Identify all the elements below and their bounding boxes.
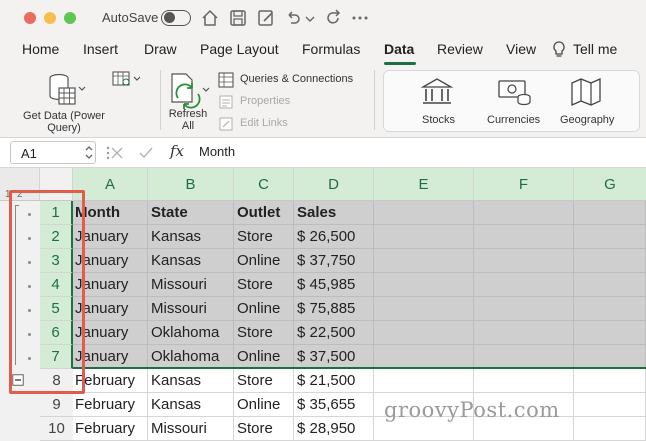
- existing-connections-icon[interactable]: [112, 70, 144, 88]
- cell-a9[interactable]: February: [73, 393, 148, 417]
- row-header-10[interactable]: 10: [40, 417, 73, 441]
- cell-c10[interactable]: Store: [234, 417, 294, 441]
- cell-e8[interactable]: [374, 369, 474, 393]
- cell-c8[interactable]: Store: [234, 369, 294, 393]
- ribbon-separator: [374, 70, 375, 130]
- cell-b10[interactable]: Missouri: [148, 417, 234, 441]
- column-header-c[interactable]: C: [234, 168, 294, 201]
- row-header-9[interactable]: 9: [40, 393, 73, 417]
- column-header-b[interactable]: B: [148, 168, 234, 201]
- refresh-all-icon[interactable]: [168, 72, 212, 110]
- cell-b9[interactable]: Kansas: [148, 393, 234, 417]
- tab-data[interactable]: Data: [384, 41, 414, 57]
- cell-g10[interactable]: [574, 417, 646, 441]
- formula-bar: A1 fx Month: [0, 138, 646, 168]
- queries-connections-icon: [218, 72, 234, 88]
- tab-page-layout[interactable]: Page Layout: [200, 41, 279, 57]
- home-icon[interactable]: [200, 8, 220, 28]
- column-header-e[interactable]: E: [374, 168, 474, 201]
- cell-g9[interactable]: [574, 393, 646, 417]
- currencies-label[interactable]: Currencies: [487, 114, 540, 126]
- close-window-button[interactable]: [24, 12, 36, 24]
- title-bar: AutoSave: [0, 0, 646, 36]
- tab-review[interactable]: Review: [437, 41, 483, 57]
- get-data-label[interactable]: Get Data (Power Query): [14, 110, 114, 134]
- tab-formulas[interactable]: Formulas: [302, 41, 360, 57]
- column-header-d[interactable]: D: [294, 168, 374, 201]
- cell-d9[interactable]: $ 35,655: [294, 393, 374, 417]
- tab-home[interactable]: Home: [22, 41, 59, 57]
- queries-connections-button[interactable]: Queries & Connections: [240, 73, 353, 85]
- insert-function-button[interactable]: fx: [170, 142, 184, 160]
- toggle-knob: [163, 12, 175, 23]
- minimize-window-button[interactable]: [44, 12, 56, 24]
- redo-icon[interactable]: [324, 8, 344, 28]
- watermark: groovyPost.com: [384, 398, 560, 422]
- tab-draw[interactable]: Draw: [144, 41, 177, 57]
- stocks-label[interactable]: Stocks: [422, 114, 455, 126]
- refresh-all-label[interactable]: Refresh All: [162, 108, 214, 132]
- geography-label[interactable]: Geography: [560, 114, 614, 126]
- properties-button[interactable]: Properties: [240, 95, 290, 107]
- cell-d10[interactable]: $ 28,950: [294, 417, 374, 441]
- ribbon-tabs: Home Insert Draw Page Layout Formulas Da…: [0, 36, 646, 66]
- get-data-icon[interactable]: [45, 72, 87, 108]
- data-types-gallery: Stocks Currencies Geography: [383, 70, 640, 132]
- cell-g8[interactable]: [574, 369, 646, 393]
- name-box-value: A1: [21, 146, 37, 161]
- selection-border: [73, 201, 646, 369]
- cell-d8[interactable]: $ 21,500: [294, 369, 374, 393]
- tab-tell-me[interactable]: Tell me: [573, 41, 617, 57]
- more-options-icon[interactable]: [350, 8, 370, 28]
- zoom-window-button[interactable]: [64, 12, 76, 24]
- autosave-label: AutoSave: [102, 10, 159, 25]
- column-header-f[interactable]: F: [474, 168, 574, 201]
- edit-links-icon: [219, 117, 233, 131]
- data-ribbon: Get Data (Power Query) Refresh All Queri…: [0, 66, 646, 138]
- undo-dropdown-icon[interactable]: [304, 8, 316, 28]
- stocks-icon[interactable]: [420, 77, 454, 107]
- save-icon[interactable]: [228, 8, 248, 28]
- currencies-icon[interactable]: [497, 77, 533, 107]
- geography-icon[interactable]: [570, 77, 602, 107]
- cell-c9[interactable]: Online: [234, 393, 294, 417]
- properties-icon: [219, 95, 233, 109]
- autosave-toggle[interactable]: [161, 10, 191, 26]
- cell-f8[interactable]: [474, 369, 574, 393]
- ribbon-separator: [160, 70, 161, 130]
- confirm-entry-icon[interactable]: [138, 146, 154, 160]
- name-box-stepper-icon[interactable]: [84, 144, 94, 161]
- formula-input[interactable]: Month: [199, 144, 235, 159]
- tab-view[interactable]: View: [506, 41, 536, 57]
- active-tab-indicator: [384, 62, 416, 65]
- cancel-entry-icon[interactable]: [110, 146, 124, 160]
- lightbulb-icon: [553, 41, 565, 57]
- edit-links-button[interactable]: Edit Links: [240, 117, 288, 129]
- undo-icon[interactable]: [283, 8, 303, 28]
- cell-b8[interactable]: Kansas: [148, 369, 234, 393]
- tab-insert[interactable]: Insert: [83, 41, 118, 57]
- edit-icon[interactable]: [256, 8, 276, 28]
- highlight-box: [9, 190, 85, 394]
- cell-a10[interactable]: February: [73, 417, 148, 441]
- column-header-g[interactable]: G: [574, 168, 646, 201]
